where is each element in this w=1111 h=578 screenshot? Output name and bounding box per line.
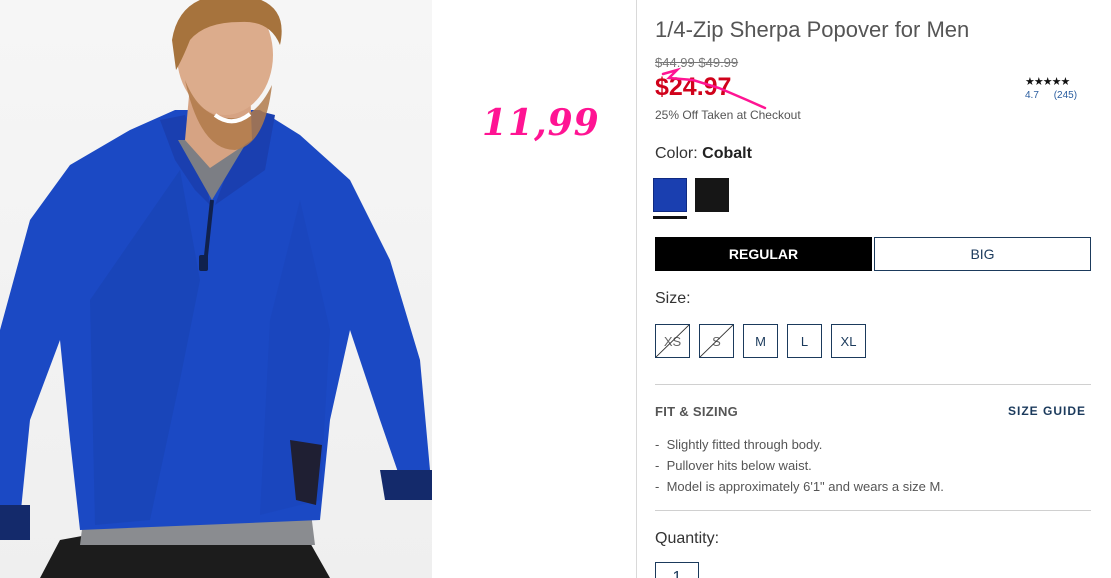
fit-option-big[interactable]: BIG bbox=[874, 237, 1091, 271]
color-label: Color: Cobalt bbox=[655, 145, 752, 163]
color-swatch-cobalt[interactable] bbox=[653, 178, 687, 212]
divider bbox=[655, 384, 1091, 385]
size-option-l[interactable]: L bbox=[787, 324, 822, 358]
size-label: Size: bbox=[655, 290, 691, 307]
checkout-discount-note: 25% Off Taken at Checkout bbox=[655, 108, 801, 122]
unavailable-slash-icon bbox=[700, 325, 733, 357]
quantity-stepper[interactable]: 1 bbox=[655, 562, 699, 578]
list-item: Model is approximately 6'1" and wears a … bbox=[655, 476, 944, 497]
selected-swatch-indicator bbox=[653, 216, 687, 219]
rating-score: 4.7 bbox=[1025, 90, 1039, 101]
review-count-link[interactable]: (245) bbox=[1054, 90, 1077, 101]
size-option-xs[interactable]: XS bbox=[655, 324, 690, 358]
fit-toggle: REGULAR BIG bbox=[655, 237, 1091, 271]
list-item: Slightly fitted through body. bbox=[655, 434, 944, 455]
quantity-label: Quantity: bbox=[655, 530, 720, 547]
list-item: Pullover hits below waist. bbox=[655, 455, 944, 476]
color-swatch-black[interactable] bbox=[695, 178, 729, 212]
selected-color-name: Cobalt bbox=[702, 145, 752, 162]
fit-option-regular[interactable]: REGULAR bbox=[655, 237, 872, 271]
product-details-panel: 1/4-Zip Sherpa Popover for Men $44.99 $4… bbox=[636, 0, 1111, 578]
size-option-xl[interactable]: XL bbox=[831, 324, 866, 358]
unavailable-slash-icon bbox=[656, 325, 689, 357]
product-rating[interactable]: ★★★★★ 4.7 (245) bbox=[1025, 75, 1077, 101]
divider bbox=[655, 510, 1091, 511]
model-wearing-popover-image bbox=[0, 0, 432, 578]
size-option-s[interactable]: S bbox=[699, 324, 734, 358]
price-strikethrough-scribble bbox=[661, 67, 767, 110]
size-option-m[interactable]: M bbox=[743, 324, 778, 358]
annotation-price-note: 11,99 bbox=[482, 102, 600, 144]
size-guide-link[interactable]: SIZE GUIDE bbox=[1008, 404, 1086, 418]
product-page: 11,99 1/4-Zip Sherpa Popover for Men $44… bbox=[0, 0, 1111, 578]
size-option-label: M bbox=[755, 333, 766, 349]
product-title: 1/4-Zip Sherpa Popover for Men bbox=[655, 17, 970, 42]
fit-sizing-list: Slightly fitted through body. Pullover h… bbox=[655, 434, 944, 497]
size-option-label: XL bbox=[840, 333, 857, 349]
rating-stars-icon: ★★★★★ bbox=[1025, 76, 1070, 88]
size-selector: XS S M L XL bbox=[655, 324, 875, 358]
fit-sizing-heading: FIT & SIZING bbox=[655, 404, 739, 419]
color-label-text: Color: bbox=[655, 145, 698, 162]
product-photo[interactable] bbox=[0, 0, 432, 578]
size-option-label: L bbox=[800, 333, 809, 349]
